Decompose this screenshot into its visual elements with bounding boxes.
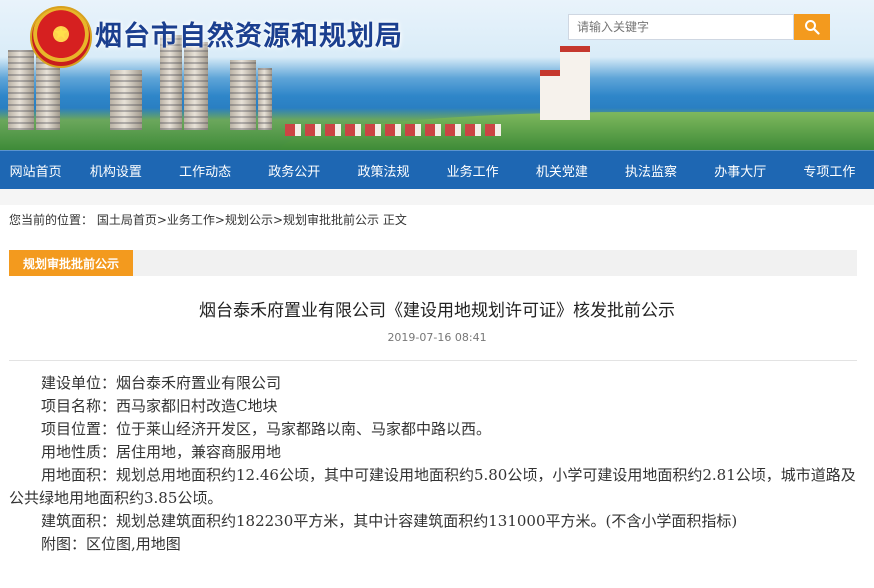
hotel-image	[560, 46, 590, 110]
search-input[interactable]	[568, 14, 794, 40]
section-bar: 规划审批批前公示	[9, 250, 857, 276]
breadcrumb: 您当前的位置： 国土局首页>业务工作>规划公示>规划审批批前公示 正文	[9, 211, 407, 228]
header-banner: ★ 烟台市自然资源和规划局	[0, 0, 874, 150]
national-emblem-icon: ★	[30, 6, 92, 68]
building-image	[258, 68, 272, 130]
body-paragraph: 用地性质：居住用地，兼容商服用地	[41, 443, 282, 461]
nav-item-service-hall[interactable]: 办事大厅	[696, 151, 785, 189]
nav-item-public-affairs[interactable]: 政务公开	[250, 151, 339, 189]
divider	[9, 360, 857, 361]
nav-item-party[interactable]: 机关党建	[517, 151, 606, 189]
article-date: 2019-07-16 08:41	[387, 331, 487, 344]
search-box	[568, 14, 830, 40]
building-image	[230, 60, 256, 130]
body-paragraph: 项目位置：位于莱山经济开发区，马家都路以南、马家都中路以西。	[41, 420, 492, 438]
building-image	[8, 50, 34, 130]
breadcrumb-prefix: 您当前的位置：	[9, 213, 94, 227]
site-title: 烟台市自然资源和规划局	[95, 21, 403, 52]
body-paragraph: 附图：区位图,用地图	[41, 535, 181, 553]
nav-item-business[interactable]: 业务工作	[428, 151, 517, 189]
breadcrumb-path[interactable]: 国土局首页>业务工作>规划公示>规划审批批前公示 正文	[97, 213, 407, 227]
body-paragraph: 建筑面积：规划总建筑面积约182230平方米，其中计容建筑面积约131000平方…	[41, 512, 738, 530]
search-icon	[805, 20, 820, 35]
nav-item-organization[interactable]: 机构设置	[71, 151, 160, 189]
nav-item-special[interactable]: 专项工作	[785, 151, 874, 189]
main-nav: 网站首页 机构设置 工作动态 政务公开 政策法规 业务工作 机关党建 执法监察 …	[0, 150, 874, 189]
section-tab[interactable]: 规划审批批前公示	[9, 250, 134, 276]
building-image	[110, 70, 142, 130]
nav-item-enforcement[interactable]: 执法监察	[606, 151, 695, 189]
body-paragraph: 建设单位：烟台泰禾府置业有限公司	[41, 374, 282, 392]
nav-item-news[interactable]: 工作动态	[161, 151, 250, 189]
body-paragraph: 项目名称：西马家都旧村改造C地块	[41, 397, 278, 415]
article-title: 烟台泰禾府置业有限公司《建设用地规划许可证》核发批前公示	[199, 301, 675, 321]
nav-item-home[interactable]: 网站首页	[0, 151, 71, 189]
article-body: 建设单位：烟台泰禾府置业有限公司 项目名称：西马家都旧村改造C地块 项目位置：位…	[9, 372, 857, 556]
nav-item-policies[interactable]: 政策法规	[339, 151, 428, 189]
houses-image	[285, 124, 505, 136]
body-paragraph: 用地面积：规划总用地面积约12.46公顷，其中可建设用地面积约5.80公顷，小学…	[9, 466, 856, 507]
nav-spacer	[0, 189, 874, 205]
building-image	[184, 42, 208, 130]
search-button[interactable]	[794, 14, 830, 40]
